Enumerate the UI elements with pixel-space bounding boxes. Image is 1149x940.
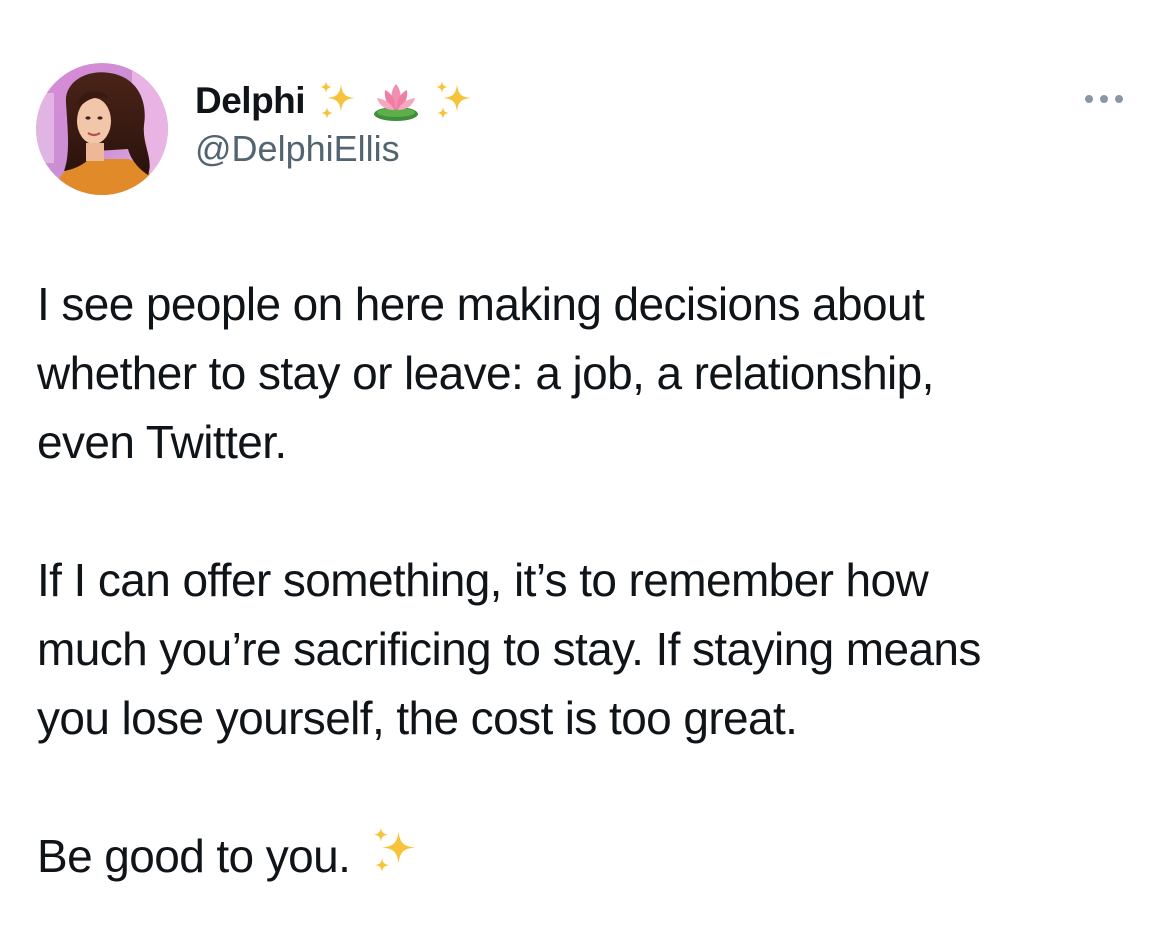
text-line: I see people on here making decisions ab… — [37, 278, 925, 330]
text-line: If I can offer something, it’s to rememb… — [37, 554, 929, 606]
sparkles-icon — [431, 78, 477, 124]
tweet-paragraph: I see people on here making decisions ab… — [37, 270, 1132, 477]
sparkles-icon — [315, 78, 361, 124]
tweet-paragraph: Be good to you. — [37, 822, 1132, 891]
tweet-text: I see people on here making decisions ab… — [37, 270, 1132, 891]
text-line: even Twitter. — [37, 416, 287, 468]
tweet-paragraph: If I can offer something, it’s to rememb… — [37, 546, 1132, 753]
more-horizontal-icon — [1085, 95, 1123, 103]
profile-photo — [36, 63, 168, 195]
text-line: whether to stay or leave: a job, a relat… — [37, 347, 934, 399]
more-options-button[interactable] — [1082, 87, 1126, 111]
tweet-card[interactable]: Delphi @DelphiEllis I see people on here… — [0, 0, 1149, 940]
display-name[interactable]: Delphi — [195, 80, 306, 122]
text-line: much you’re sacrificing to stay. If stay… — [37, 623, 981, 675]
text-line-with-emoji: Be good to you. — [37, 822, 1132, 891]
name-row: Delphi — [195, 76, 477, 126]
avatar[interactable] — [36, 63, 168, 195]
sparkles-icon — [368, 824, 422, 878]
lotus-icon — [371, 78, 421, 124]
text-line: Be good to you. — [37, 830, 351, 882]
author-block: Delphi @DelphiEllis — [195, 76, 477, 170]
tweet-header: Delphi @DelphiEllis — [36, 63, 1126, 195]
user-handle[interactable]: @DelphiEllis — [195, 128, 477, 170]
text-line: you lose yourself, the cost is too great… — [37, 692, 798, 744]
